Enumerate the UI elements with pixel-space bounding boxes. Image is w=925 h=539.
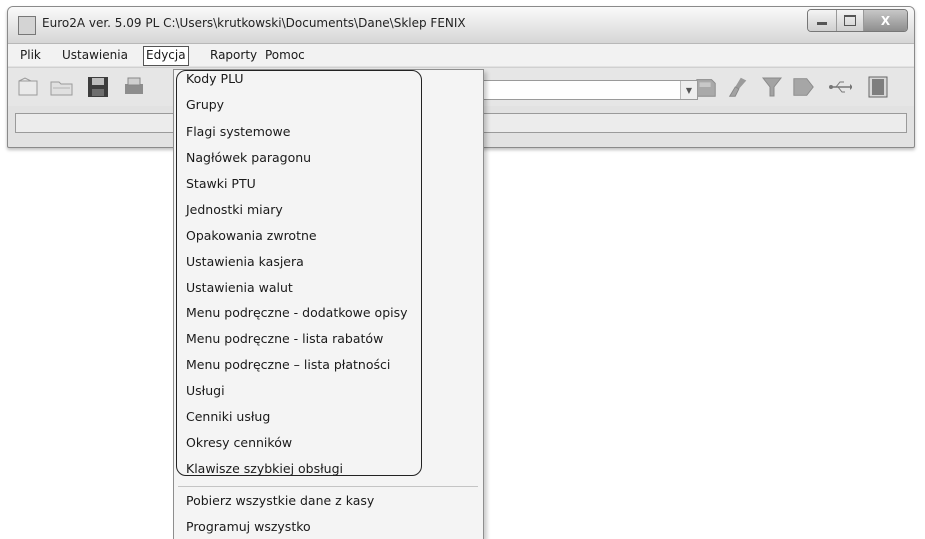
menu-bar: Plik Ustawienia Edycja Raporty Pomoc bbox=[8, 44, 914, 66]
menu-item-klawisze-szybkiej-obslugi[interactable]: Klawisze szybkiej obsługi bbox=[186, 456, 343, 482]
minimize-button[interactable] bbox=[808, 10, 837, 31]
menu-item-stawki-ptu[interactable]: Stawki PTU bbox=[186, 171, 256, 197]
menu-item-lista-rabatow[interactable]: Menu podręczne - lista rabatów bbox=[186, 326, 383, 352]
close-icon: X bbox=[880, 13, 891, 28]
menu-item-okresy-cennikow[interactable]: Okresy cenników bbox=[186, 430, 292, 456]
menu-edycja[interactable]: Edycja bbox=[143, 46, 189, 66]
help-button[interactable] bbox=[866, 76, 890, 98]
toolbar-combo-box[interactable]: ▼ bbox=[478, 80, 698, 100]
menu-item-ustawienia-walut[interactable]: Ustawienia walut bbox=[186, 275, 293, 301]
open-folder-button[interactable] bbox=[50, 76, 74, 98]
maximize-icon bbox=[844, 15, 856, 26]
new-document-button[interactable] bbox=[16, 76, 40, 98]
menu-ustawienia[interactable]: Ustawienia bbox=[60, 46, 130, 64]
help-icon bbox=[868, 76, 888, 98]
title-bar[interactable]: Euro2A ver. 5.09 PL C:\Users\krutkowski\… bbox=[8, 7, 914, 44]
menu-item-kody-plu[interactable]: Kody PLU bbox=[186, 70, 244, 92]
menu-separator bbox=[178, 486, 478, 487]
menu-item-lista-platnosci[interactable]: Menu podręczne – lista płatności bbox=[186, 352, 390, 378]
minimize-icon bbox=[817, 22, 827, 25]
menu-item-opakowania-zwrotne[interactable]: Opakowania zwrotne bbox=[186, 223, 317, 249]
menu-plik[interactable]: Plik bbox=[18, 46, 43, 64]
menu-item-uslugi[interactable]: Usługi bbox=[186, 378, 225, 404]
edycja-dropdown-menu: Kody PLU Grupy Flagi systemowe Nagłówek … bbox=[173, 69, 484, 539]
filter-funnel-icon bbox=[761, 77, 783, 97]
open-folder-icon bbox=[50, 81, 73, 96]
menu-item-flagi-systemowe[interactable]: Flagi systemowe bbox=[186, 119, 290, 145]
broom-icon bbox=[728, 77, 747, 97]
new-document-icon bbox=[18, 77, 38, 96]
usb-icon bbox=[829, 81, 852, 93]
menu-raporty[interactable]: Raporty bbox=[208, 46, 259, 64]
window-title: Euro2A ver. 5.09 PL C:\Users\krutkowski\… bbox=[42, 16, 466, 30]
maximize-button[interactable] bbox=[837, 10, 864, 31]
chevron-down-icon[interactable]: ▼ bbox=[680, 81, 697, 99]
clear-button[interactable] bbox=[726, 76, 750, 98]
menu-item-dodatkowe-opisy[interactable]: Menu podręczne - dodatkowe opisy bbox=[186, 300, 408, 326]
print-button[interactable] bbox=[122, 76, 146, 98]
arrow-right-icon bbox=[793, 78, 814, 96]
caption-buttons: X bbox=[807, 9, 908, 32]
menu-item-cenniki-uslug[interactable]: Cenniki usług bbox=[186, 404, 270, 430]
menu-item-pobierz-dane[interactable]: Pobierz wszystkie dane z kasy bbox=[186, 488, 374, 514]
menu-item-grupy[interactable]: Grupy bbox=[186, 92, 224, 118]
menu-item-ustawienia-kasjera[interactable]: Ustawienia kasjera bbox=[186, 249, 304, 275]
menu-item-programuj-wszystko[interactable]: Programuj wszystko bbox=[186, 514, 311, 539]
app-icon[interactable] bbox=[18, 16, 36, 35]
menu-item-naglowek-paragonu[interactable]: Nagłówek paragonu bbox=[186, 145, 311, 171]
usb-button[interactable] bbox=[828, 76, 852, 98]
forward-button[interactable] bbox=[792, 76, 816, 98]
printer-icon bbox=[125, 77, 143, 94]
save-button[interactable] bbox=[86, 76, 110, 98]
save-disk-icon bbox=[88, 77, 108, 97]
menu-item-jednostki-miary[interactable]: Jednostki miary bbox=[186, 197, 283, 223]
menu-pomoc[interactable]: Pomoc bbox=[263, 46, 307, 64]
filter-button[interactable] bbox=[760, 76, 784, 98]
close-button[interactable]: X bbox=[864, 10, 907, 31]
